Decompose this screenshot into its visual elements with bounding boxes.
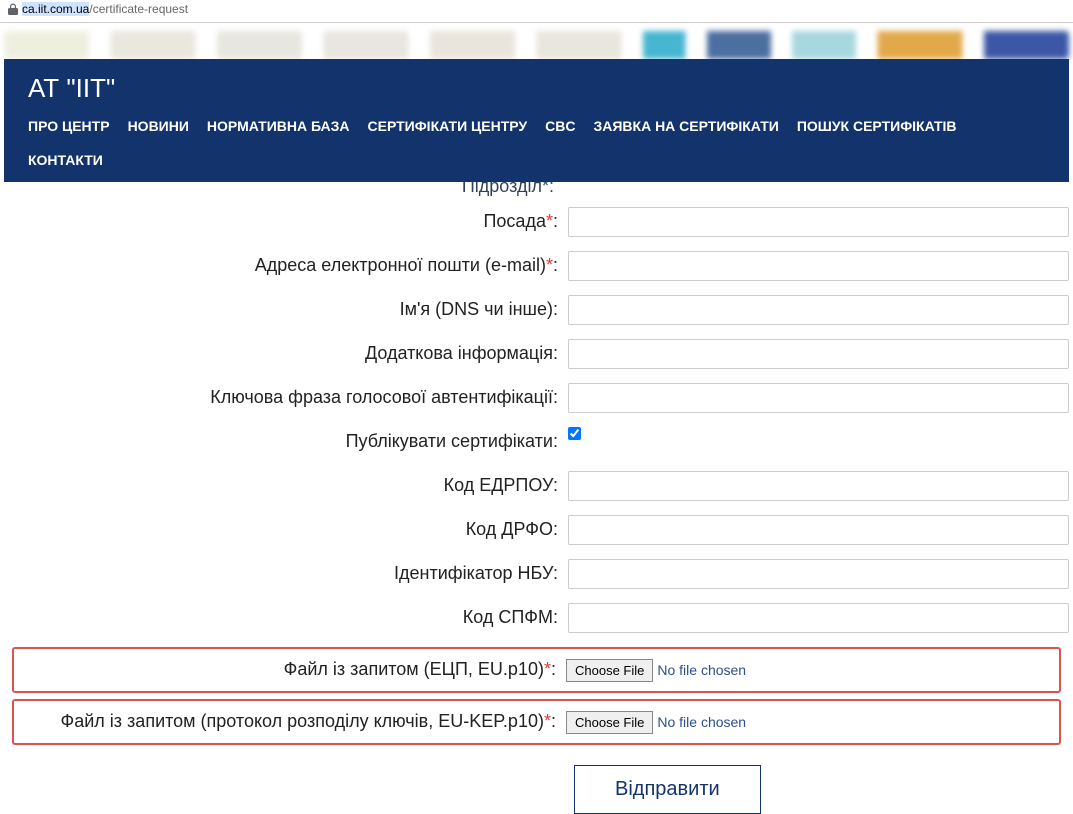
file1-choose-button[interactable]: Choose File xyxy=(566,659,653,682)
file1-label: Файл із запитом (ЕЦП, EU.p10)*: xyxy=(22,658,562,681)
lock-icon xyxy=(8,3,18,15)
file2-status: No file chosen xyxy=(657,714,746,730)
edrpou-label: Код ЕДРПОУ: xyxy=(4,474,564,497)
edrpou-field[interactable] xyxy=(568,471,1069,501)
extra-label: Додаткова інформація: xyxy=(4,342,564,365)
address-bar-url[interactable]: ca.iit.com.ua/certificate-request xyxy=(22,2,188,16)
spfm-field[interactable] xyxy=(568,603,1069,633)
nbu-field[interactable] xyxy=(568,559,1069,589)
site-navbar: АТ "ІІТ" ПРО ЦЕНТР НОВИНИ НОРМАТИВНА БАЗ… xyxy=(4,59,1069,182)
position-field[interactable] xyxy=(568,207,1069,237)
dns-field[interactable] xyxy=(568,295,1069,325)
dns-label: Ім'я (DNS чи інше): xyxy=(4,298,564,321)
submit-button[interactable]: Відправити xyxy=(574,765,761,814)
nav-cbc[interactable]: CBC xyxy=(545,118,575,134)
file1-highlight: Файл із запитом (ЕЦП, EU.p10)*: Choose F… xyxy=(12,647,1061,693)
certificate-request-form: Посада*: Адреса електронної пошти (e-mai… xyxy=(4,207,1069,814)
voice-label: Ключова фраза голосової автентифікації: xyxy=(4,386,564,409)
blurred-tabs-region xyxy=(4,31,1069,59)
file2-label: Файл із запитом (протокол розподілу ключ… xyxy=(22,710,562,733)
nav-about[interactable]: ПРО ЦЕНТР xyxy=(28,118,110,134)
publish-checkbox[interactable] xyxy=(568,427,581,440)
nav-legal[interactable]: НОРМАТИВНА БАЗА xyxy=(207,118,350,134)
nbu-label: Ідентифікатор НБУ: xyxy=(4,562,564,585)
file2-highlight: Файл із запитом (протокол розподілу ключ… xyxy=(12,699,1061,745)
drfo-label: Код ДРФО: xyxy=(4,518,564,541)
email-label: Адреса електронної пошти (e-mail)*: xyxy=(4,254,564,277)
brand-title: АТ "ІІТ" xyxy=(28,73,1049,104)
publish-label: Публікувати сертифікати: xyxy=(4,430,564,453)
nav-news[interactable]: НОВИНИ xyxy=(128,118,189,134)
file2-choose-button[interactable]: Choose File xyxy=(566,711,653,734)
nav-certs[interactable]: СЕРТИФІКАТИ ЦЕНТРУ xyxy=(368,118,528,134)
position-label: Посада*: xyxy=(4,210,564,233)
address-bar: ca.iit.com.ua/certificate-request xyxy=(0,0,1073,23)
spfm-label: Код СПФМ: xyxy=(4,606,564,629)
file1-status: No file chosen xyxy=(657,662,746,678)
extra-field[interactable] xyxy=(568,339,1069,369)
nav-contacts[interactable]: КОНТАКТИ xyxy=(28,152,103,168)
voice-field[interactable] xyxy=(568,383,1069,413)
nav-search[interactable]: ПОШУК СЕРТИФІКАТІВ xyxy=(797,118,957,134)
drfo-field[interactable] xyxy=(568,515,1069,545)
nav-request[interactable]: ЗАЯВКА НА СЕРТИФІКАТИ xyxy=(593,118,778,134)
nav-links: ПРО ЦЕНТР НОВИНИ НОРМАТИВНА БАЗА СЕРТИФІ… xyxy=(28,118,1049,168)
email-field[interactable] xyxy=(568,251,1069,281)
